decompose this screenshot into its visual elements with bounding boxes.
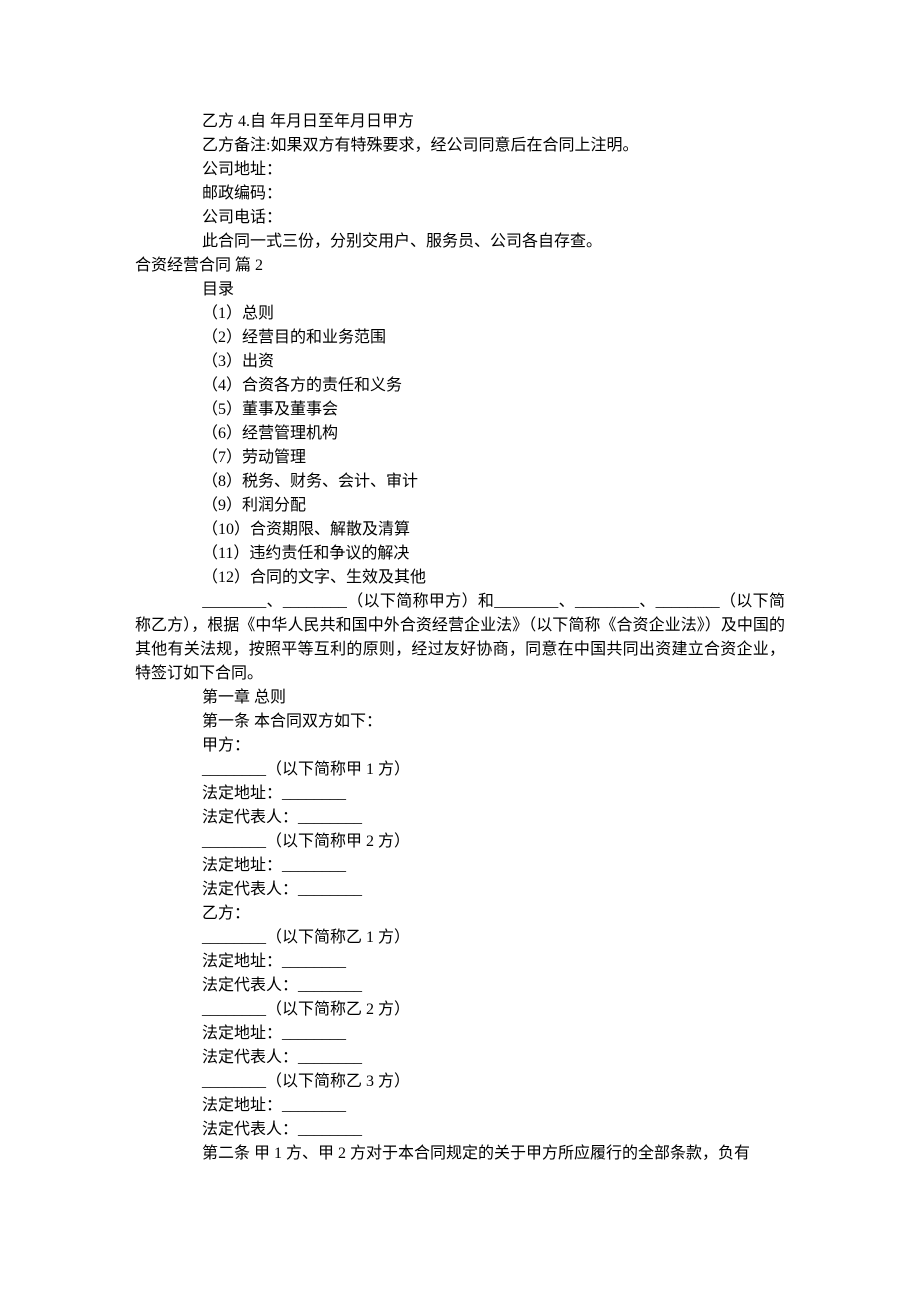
toc-item: （7）劳动管理 — [135, 446, 785, 470]
toc-item: （10）合资期限、解散及清算 — [135, 518, 785, 542]
body-line: 公司电话： — [135, 206, 785, 230]
toc-item: （12）合同的文字、生效及其他 — [135, 566, 785, 590]
address-line: 法定地址：________ — [135, 1022, 785, 1046]
address-line: 法定地址：________ — [135, 854, 785, 878]
article-heading: 第二条 甲 1 方、甲 2 方对于本合同规定的关于甲方所应履行的全部条款，负有 — [135, 1142, 785, 1166]
toc-heading: 目录 — [135, 278, 785, 302]
party-label: 甲方： — [135, 734, 785, 758]
address-line: 法定地址：________ — [135, 782, 785, 806]
toc-item: （5）董事及董事会 — [135, 398, 785, 422]
toc-item: （6）经营管理机构 — [135, 422, 785, 446]
toc-item: （8）税务、财务、会计、审计 — [135, 470, 785, 494]
party-name-line: ________（以下简称甲 2 方） — [135, 830, 785, 854]
toc-item: （9）利润分配 — [135, 494, 785, 518]
toc-item: （2）经营目的和业务范围 — [135, 326, 785, 350]
body-line: 乙方 4.自 年月日至年月日甲方 — [135, 110, 785, 134]
section-heading: 合资经营合同 篇 2 — [135, 254, 785, 278]
body-line: 邮政编码： — [135, 182, 785, 206]
party-name-line: ________（以下简称乙 2 方） — [135, 998, 785, 1022]
document-page: 乙方 4.自 年月日至年月日甲方 乙方备注:如果双方有特殊要求，经公司同意后在合… — [0, 0, 920, 1266]
toc-item: （3）出资 — [135, 350, 785, 374]
toc-item: （4）合资各方的责任和义务 — [135, 374, 785, 398]
representative-line: 法定代表人：________ — [135, 1046, 785, 1070]
body-line: 公司地址： — [135, 158, 785, 182]
representative-line: 法定代表人：________ — [135, 1118, 785, 1142]
party-name-line: ________（以下简称乙 3 方） — [135, 1070, 785, 1094]
address-line: 法定地址：________ — [135, 1094, 785, 1118]
party-name-line: ________（以下简称甲 1 方） — [135, 758, 785, 782]
party-name-line: ________（以下简称乙 1 方） — [135, 926, 785, 950]
party-label: 乙方： — [135, 902, 785, 926]
chapter-heading: 第一章 总则 — [135, 686, 785, 710]
representative-line: 法定代表人：________ — [135, 878, 785, 902]
body-line: 乙方备注:如果双方有特殊要求，经公司同意后在合同上注明。 — [135, 134, 785, 158]
body-line: 此合同一式三份，分别交用户、服务员、公司各自存查。 — [135, 230, 785, 254]
toc-item: （1）总则 — [135, 302, 785, 326]
paragraph: ________、________（以下简称甲方）和________、_____… — [135, 590, 785, 686]
representative-line: 法定代表人：________ — [135, 806, 785, 830]
toc-item: （11）违约责任和争议的解决 — [135, 542, 785, 566]
representative-line: 法定代表人：________ — [135, 974, 785, 998]
article-heading: 第一条 本合同双方如下： — [135, 710, 785, 734]
address-line: 法定地址：________ — [135, 950, 785, 974]
